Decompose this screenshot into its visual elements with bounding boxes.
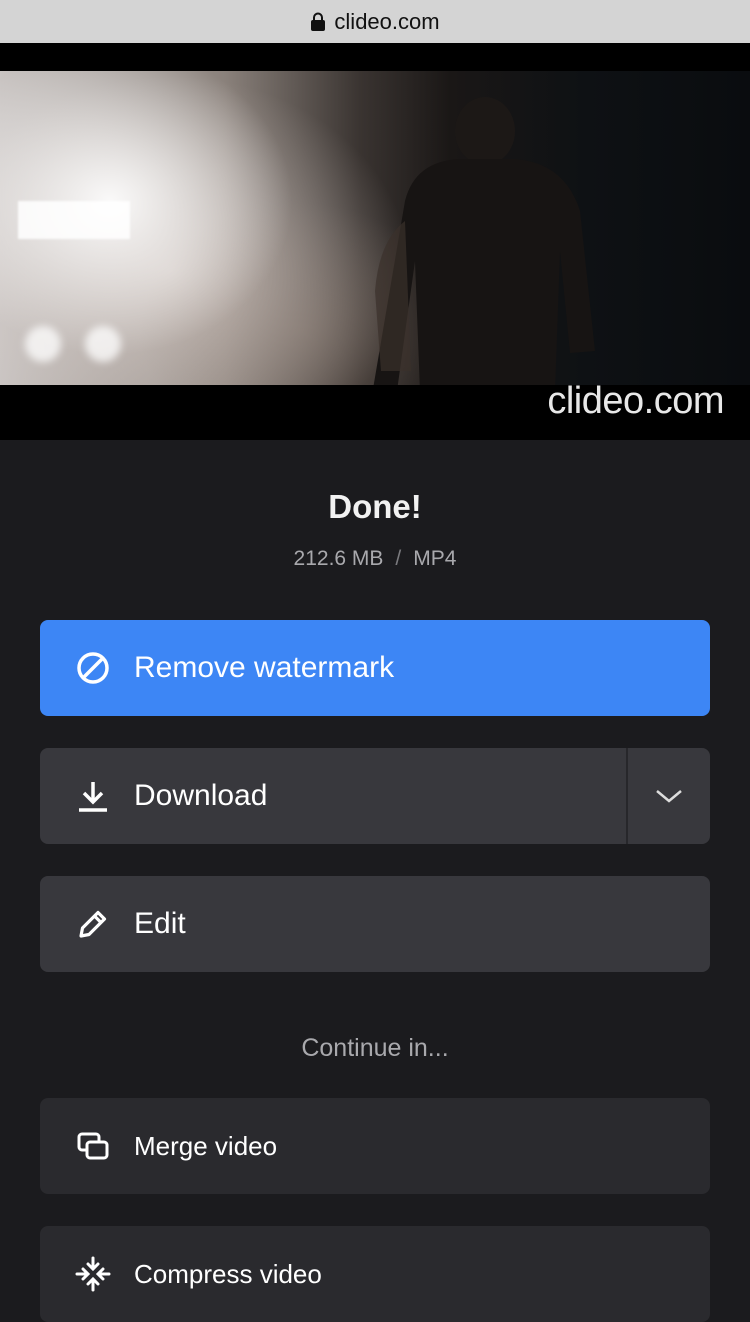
remove-watermark-label: Remove watermark: [134, 651, 395, 684]
performer-silhouette: [373, 97, 595, 385]
remove-watermark-button[interactable]: Remove watermark: [40, 620, 710, 716]
file-size: 212.6 MB: [293, 547, 384, 570]
compress-video-label: Compress video: [134, 1258, 322, 1289]
address-url: clideo.com: [334, 8, 440, 34]
download-label: Download: [134, 779, 268, 812]
merge-icon: [74, 1127, 112, 1165]
pencil-icon: [74, 905, 112, 943]
no-symbol-icon: [74, 649, 112, 687]
download-icon: [74, 777, 112, 815]
lock-icon: [311, 12, 326, 31]
edit-label: Edit: [134, 907, 186, 940]
download-button[interactable]: Download: [40, 748, 710, 844]
background-sign: [18, 201, 130, 239]
merge-video-label: Merge video: [134, 1130, 278, 1161]
video-frame: [0, 71, 750, 385]
stage-light: [25, 326, 61, 362]
compress-icon: [74, 1255, 112, 1293]
browser-address-bar[interactable]: clideo.com: [0, 0, 750, 43]
file-format: MP4: [413, 547, 457, 570]
video-preview[interactable]: clideo.com: [0, 43, 750, 440]
merge-video-card[interactable]: Merge video: [40, 1098, 710, 1194]
video-watermark: clideo.com: [547, 380, 724, 422]
result-title: Done!: [328, 488, 422, 525]
edit-button[interactable]: Edit: [40, 876, 710, 972]
download-options-toggle[interactable]: [626, 748, 710, 844]
file-meta: 212.6 MB / MP4: [0, 547, 750, 571]
chevron-down-icon: [656, 790, 682, 803]
meta-separator: /: [395, 547, 402, 570]
compress-video-card[interactable]: Compress video: [40, 1226, 710, 1322]
continue-heading: Continue in...: [301, 1034, 449, 1062]
stage-light: [85, 326, 121, 362]
